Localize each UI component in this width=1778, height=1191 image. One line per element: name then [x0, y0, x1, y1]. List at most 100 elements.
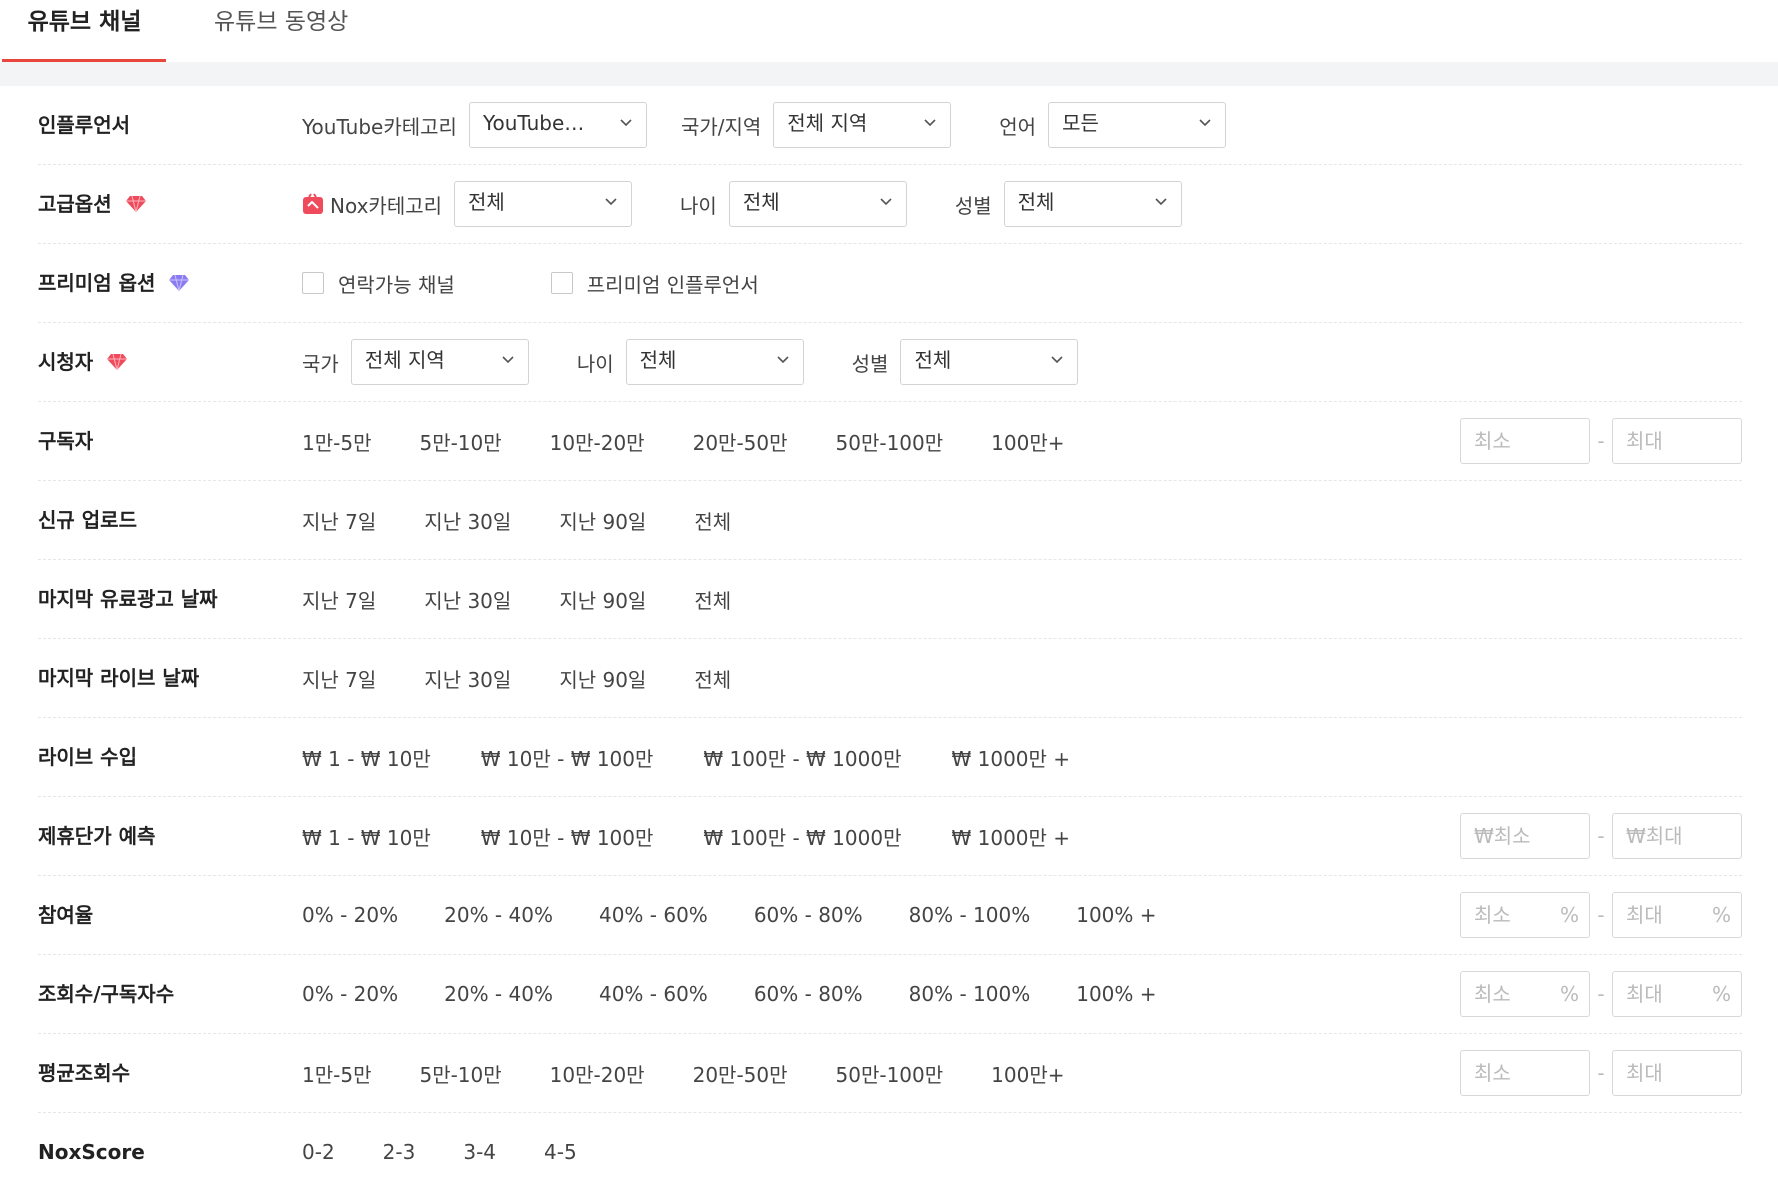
min-placeholder: 최소: [1474, 429, 1511, 453]
min-input[interactable]: 최소: [1460, 1050, 1590, 1096]
checkbox-label: 연락가능 채널: [338, 272, 455, 297]
select-value: 전체 지역: [364, 348, 445, 372]
income-option[interactable]: ₩ 1000만 +: [951, 743, 1070, 772]
rate-option[interactable]: 20% - 40%: [444, 982, 553, 1006]
range-option[interactable]: 1만-5만: [302, 1059, 371, 1088]
checkbox[interactable]: [550, 272, 573, 294]
checkbox[interactable]: [302, 272, 324, 294]
rate-option[interactable]: 40% - 60%: [599, 982, 708, 1006]
youtube-category-label: YouTube카테고리: [302, 114, 457, 139]
range-option[interactable]: 1만-5만: [302, 427, 371, 456]
rate-option[interactable]: 0% - 20%: [302, 982, 398, 1006]
min-input[interactable]: 최소%: [1460, 892, 1590, 938]
select-value: 전체: [914, 348, 952, 372]
range-option[interactable]: 20만-50만: [693, 1059, 788, 1088]
max-input[interactable]: ₩최대: [1612, 813, 1742, 859]
max-input[interactable]: 최대%: [1612, 971, 1742, 1017]
range-option[interactable]: 5만-10만: [419, 1059, 501, 1088]
score-option[interactable]: 2-3: [383, 1140, 416, 1164]
range-option[interactable]: 5만-10만: [419, 427, 501, 456]
viewer-country-label: 국가: [302, 351, 339, 376]
score-option[interactable]: 0-2: [302, 1140, 335, 1164]
period-option[interactable]: 지난 7일: [302, 506, 376, 535]
period-option[interactable]: 지난 90일: [559, 506, 646, 535]
rate-option[interactable]: 100% +: [1076, 903, 1156, 927]
filter-row-affiliate-price: 제휴단가 예측 ₩ 1 - ₩ 10만 ₩ 10만 - ₩ 100만 ₩ 100…: [38, 797, 1742, 876]
tab-youtube-video[interactable]: 유튜브 동영상: [214, 0, 348, 62]
max-input[interactable]: 최대: [1612, 418, 1742, 464]
period-option[interactable]: 전체: [694, 585, 731, 614]
price-option[interactable]: ₩ 1000만 +: [951, 822, 1070, 851]
range-separator: -: [1597, 429, 1605, 453]
min-input[interactable]: 최소%: [1460, 971, 1590, 1017]
tab-youtube-channel[interactable]: 유튜브 채널: [2, 0, 167, 62]
score-option[interactable]: 3-4: [463, 1140, 496, 1164]
gender-select[interactable]: 전체: [1003, 181, 1182, 227]
viewer-gender-select[interactable]: 전체: [900, 339, 1079, 385]
income-option[interactable]: ₩ 100만 - ₩ 1000만: [703, 743, 901, 772]
income-option[interactable]: ₩ 10만 - ₩ 100만: [481, 743, 654, 772]
country-select[interactable]: 전체 지역: [773, 102, 952, 148]
min-placeholder: 최소: [1474, 982, 1511, 1006]
score-option[interactable]: 4-5: [544, 1140, 577, 1164]
min-input[interactable]: 최소: [1460, 418, 1590, 464]
custom-range: 최소 - 최대: [1460, 1050, 1742, 1096]
filter-row-last-paid-ad: 마지막 유료광고 날짜 지난 7일 지난 30일 지난 90일 전체: [38, 560, 1742, 639]
income-option[interactable]: ₩ 1 - ₩ 10만: [302, 743, 431, 772]
youtube-category-select[interactable]: YouTube…: [468, 102, 647, 148]
chevron-down-icon: [1051, 356, 1064, 364]
filter-row-premium: 프리미엄 옵션 연락가능 채널 프리미엄 인플루언서: [38, 244, 1742, 323]
max-placeholder: 최대: [1626, 429, 1663, 453]
period-option[interactable]: 지난 7일: [302, 664, 376, 693]
contactable-channel-option[interactable]: 연락가능 채널: [302, 269, 455, 298]
min-input[interactable]: ₩최소: [1460, 813, 1590, 859]
period-option[interactable]: 지난 30일: [424, 664, 511, 693]
period-option[interactable]: 지난 90일: [559, 664, 646, 693]
rate-option[interactable]: 80% - 100%: [909, 903, 1031, 927]
max-input[interactable]: 최대%: [1612, 892, 1742, 938]
price-option[interactable]: ₩ 100만 - ₩ 1000만: [703, 822, 901, 851]
language-select[interactable]: 모든: [1048, 102, 1227, 148]
chevron-down-icon: [880, 198, 892, 206]
chevron-down-icon: [1199, 119, 1211, 127]
age-label: 나이: [680, 193, 717, 218]
range-option[interactable]: 50만-100만: [836, 1059, 944, 1088]
period-option[interactable]: 전체: [694, 506, 731, 535]
red-gem-icon: [107, 353, 128, 370]
row-label-wrap: 고급옵션: [38, 165, 147, 243]
price-option[interactable]: ₩ 10만 - ₩ 100만: [481, 822, 654, 851]
range-option[interactable]: 10만-20만: [550, 1059, 645, 1088]
period-option[interactable]: 지난 7일: [302, 585, 376, 614]
range-option[interactable]: 20만-50만: [693, 427, 788, 456]
range-option[interactable]: 10만-20만: [550, 427, 645, 456]
rate-option[interactable]: 60% - 80%: [754, 903, 863, 927]
age-select[interactable]: 전체: [728, 181, 907, 227]
rate-option[interactable]: 100% +: [1076, 982, 1156, 1006]
viewer-age-label: 나이: [576, 351, 614, 376]
select-value: 전체: [1017, 190, 1055, 214]
viewer-age-select[interactable]: 전체: [625, 339, 804, 385]
rate-option[interactable]: 80% - 100%: [909, 982, 1031, 1006]
period-option[interactable]: 지난 90일: [559, 585, 646, 614]
period-option[interactable]: 지난 30일: [424, 506, 511, 535]
range-option[interactable]: 100만+: [991, 427, 1064, 456]
range-option[interactable]: 50만-100만: [836, 427, 944, 456]
rate-option[interactable]: 20% - 40%: [444, 903, 553, 927]
percent-suffix: %: [1559, 903, 1579, 927]
row-label: 고급옵션: [38, 192, 112, 216]
rate-option[interactable]: 40% - 60%: [599, 903, 708, 927]
premium-influencer-option[interactable]: 프리미엄 인플루언서: [550, 269, 759, 298]
range-separator: -: [1597, 982, 1605, 1006]
rate-option[interactable]: 60% - 80%: [754, 982, 863, 1006]
nox-category-select[interactable]: 전체: [454, 181, 633, 227]
row-label: 제휴단가 예측: [38, 824, 156, 848]
price-option[interactable]: ₩ 1 - ₩ 10만: [302, 822, 431, 851]
viewer-country-select[interactable]: 전체 지역: [350, 339, 529, 385]
row-label: 프리미엄 옵션: [38, 271, 156, 295]
period-option[interactable]: 전체: [694, 664, 731, 693]
max-input[interactable]: 최대: [1612, 1050, 1742, 1096]
chevron-down-icon: [777, 356, 789, 364]
period-option[interactable]: 지난 30일: [424, 585, 511, 614]
range-option[interactable]: 100만+: [991, 1059, 1064, 1088]
rate-option[interactable]: 0% - 20%: [302, 903, 398, 927]
